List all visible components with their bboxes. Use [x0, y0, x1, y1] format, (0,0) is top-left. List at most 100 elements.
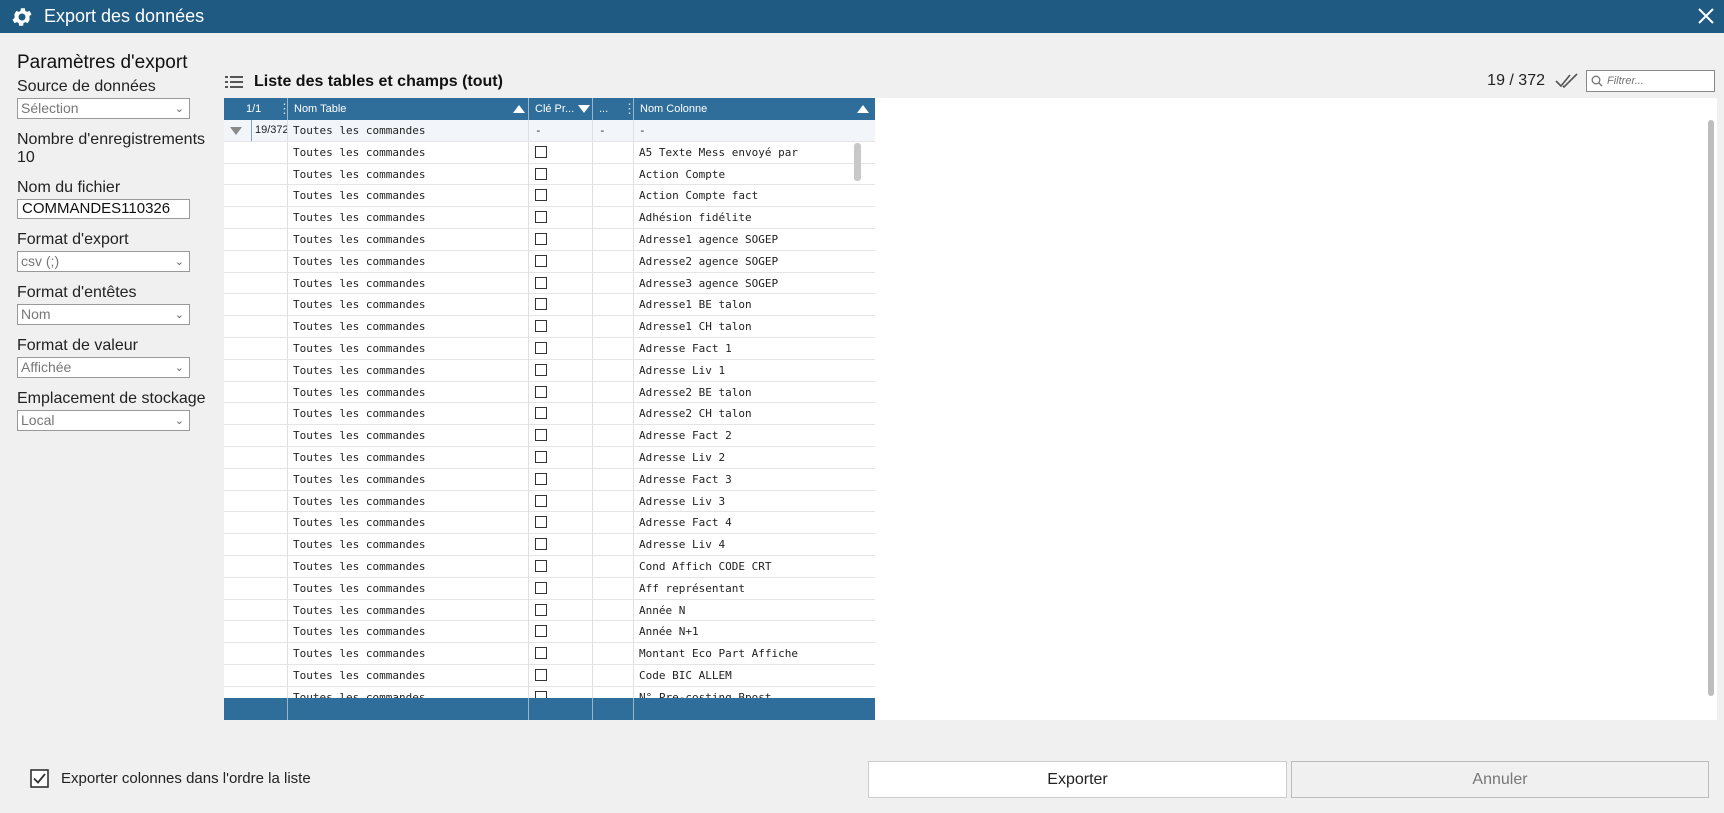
row-column: Année N+1 — [639, 625, 699, 639]
table-row[interactable]: Toutes les commandes A5 Texte Mess envoyé… — [224, 141, 875, 164]
primary-key-checkbox[interactable] — [535, 668, 547, 681]
row-column: Adresse1 BE talon — [639, 298, 752, 312]
filename-label: Nom du fichier — [17, 179, 121, 196]
collapse-icon[interactable] — [230, 127, 242, 135]
sort-asc-icon[interactable] — [857, 105, 869, 113]
table-row[interactable]: Toutes les commandes Année N — [224, 599, 875, 622]
column-menu-icon[interactable]: ⋮ — [278, 102, 291, 115]
primary-key-checkbox[interactable] — [535, 211, 547, 224]
primary-key-checkbox[interactable] — [535, 690, 547, 698]
table-row[interactable]: Toutes les commandes Adresse Fact 1 — [224, 337, 875, 360]
row-column: Adresse2 agence SOGEP — [639, 254, 779, 268]
table-row[interactable]: Toutes les commandes Adresse2 agence SOGE… — [224, 250, 875, 273]
window-title: Export des données — [44, 6, 205, 26]
table-row[interactable]: Toutes les commandes Action Compte fact — [224, 185, 875, 208]
sort-desc-icon[interactable] — [578, 105, 590, 113]
table-row[interactable]: Toutes les commandes Aff représentant — [224, 577, 875, 600]
primary-key-checkbox[interactable] — [535, 320, 547, 333]
row-extra — [593, 577, 634, 599]
group-row[interactable]: 19/372 Toutes les commandes - - - — [224, 120, 875, 142]
primary-key-checkbox[interactable] — [535, 647, 547, 660]
close-icon[interactable] — [1694, 4, 1718, 28]
row-selector — [224, 381, 288, 403]
table-row[interactable]: Toutes les commandes Adresse2 BE talon — [224, 381, 875, 404]
table-row[interactable]: Toutes les commandes Adresse3 agence SOGE… — [224, 272, 875, 295]
table-row[interactable]: Toutes les commandes Adresse2 CH talon — [224, 403, 875, 426]
row-extra — [593, 228, 634, 250]
primary-key-checkbox[interactable] — [535, 625, 547, 638]
row-key-cell — [529, 555, 593, 577]
table-row[interactable]: Toutes les commandes Adhésion fidélite — [224, 207, 875, 229]
cancel-button[interactable]: Annuler — [1291, 761, 1709, 798]
chevron-down-icon: ⌄ — [174, 415, 184, 427]
row-table: Toutes les commandes — [288, 577, 529, 599]
table-row[interactable]: Toutes les commandes N° Pre-costing Bpost — [224, 686, 875, 698]
search-icon — [1591, 75, 1603, 87]
col-table-header[interactable]: Nom Table — [288, 98, 529, 120]
table-row[interactable]: Toutes les commandes Action Compte — [224, 163, 875, 186]
check-all-icon[interactable] — [1555, 71, 1579, 91]
panel-scrollbar[interactable] — [1708, 120, 1714, 696]
table-row[interactable]: Toutes les commandes Adresse Liv 2 — [224, 446, 875, 469]
row-table: Toutes les commandes — [288, 664, 529, 686]
primary-key-checkbox[interactable] — [535, 385, 547, 398]
filter-input[interactable] — [1607, 75, 1707, 87]
table-row[interactable]: Toutes les commandes Adresse Fact 2 — [224, 425, 875, 447]
primary-key-checkbox[interactable] — [535, 167, 547, 180]
row-table: Toutes les commandes — [288, 599, 529, 621]
gear-icon — [12, 7, 32, 26]
primary-key-checkbox[interactable] — [535, 603, 547, 616]
group-cell: 19/372 — [224, 120, 288, 141]
table-row[interactable]: Toutes les commandes Cond Affich CODE CRT — [224, 555, 875, 578]
primary-key-checkbox[interactable] — [535, 341, 547, 354]
table-row[interactable]: Toutes les commandes Adresse Liv 4 — [224, 534, 875, 556]
order-checkbox[interactable]: Exporter colonnes dans l'ordre la liste — [30, 769, 311, 788]
format-select[interactable]: csv (;) ⌄ — [17, 251, 190, 272]
table-row[interactable]: Toutes les commandes Adresse Liv 1 — [224, 359, 875, 382]
table-row[interactable]: Toutes les commandes Année N+1 — [224, 621, 875, 644]
checkbox-checked-icon[interactable] — [30, 769, 49, 788]
valueformat-select[interactable]: Affichée ⌄ — [17, 357, 190, 378]
primary-key-checkbox[interactable] — [535, 516, 547, 529]
filename-input[interactable]: COMMANDES110326 — [17, 199, 190, 219]
row-table: Toutes les commandes — [288, 294, 529, 316]
table-row[interactable]: Toutes les commandes Adresse1 CH talon — [224, 316, 875, 338]
primary-key-checkbox[interactable] — [535, 559, 547, 572]
primary-key-checkbox[interactable] — [535, 298, 547, 311]
primary-key-checkbox[interactable] — [535, 254, 547, 267]
table-row[interactable]: Toutes les commandes Adresse Liv 3 — [224, 490, 875, 513]
row-extra — [593, 643, 634, 665]
primary-key-checkbox[interactable] — [535, 145, 547, 158]
source-select[interactable]: Sélection ⌄ — [17, 98, 190, 119]
primary-key-checkbox[interactable] — [535, 429, 547, 442]
primary-key-checkbox[interactable] — [535, 276, 547, 289]
primary-key-checkbox[interactable] — [535, 189, 547, 202]
table-row[interactable]: Toutes les commandes Montant Eco Part Aff… — [224, 643, 875, 665]
primary-key-checkbox[interactable] — [535, 450, 547, 463]
col-column-header[interactable]: Nom Colonne — [634, 98, 875, 120]
table-row[interactable]: Toutes les commandes Adresse1 agence SOGE… — [224, 228, 875, 251]
table-row[interactable]: Toutes les commandes Adresse Fact 4 — [224, 512, 875, 535]
table-row[interactable]: Toutes les commandes Adresse1 BE talon — [224, 294, 875, 317]
table-row[interactable]: Toutes les commandes Adresse Fact 3 — [224, 468, 875, 491]
column-menu-icon[interactable]: ⋮ — [623, 102, 636, 115]
source-label: Source de données — [17, 78, 156, 95]
primary-key-checkbox[interactable] — [535, 407, 547, 420]
primary-key-checkbox[interactable] — [535, 232, 547, 245]
grid-scrollbar[interactable] — [854, 143, 861, 181]
row-table: Toutes les commandes — [288, 512, 529, 534]
primary-key-checkbox[interactable] — [535, 538, 547, 551]
primary-key-checkbox[interactable] — [535, 363, 547, 376]
list-icon — [225, 76, 243, 88]
headers-select[interactable]: Nom ⌄ — [17, 304, 190, 325]
primary-key-checkbox[interactable] — [535, 581, 547, 594]
table-row[interactable]: Toutes les commandes Code BIC ALLEM — [224, 664, 875, 687]
primary-key-checkbox[interactable] — [535, 494, 547, 507]
row-column: Adresse3 agence SOGEP — [639, 276, 779, 290]
sort-asc-icon[interactable] — [513, 105, 525, 113]
filter-field[interactable] — [1586, 70, 1715, 92]
primary-key-checkbox[interactable] — [535, 472, 547, 485]
storage-select[interactable]: Local ⌄ — [17, 410, 190, 431]
export-button[interactable]: Exporter — [868, 761, 1287, 798]
title-bar: Export des données — [0, 0, 1724, 33]
